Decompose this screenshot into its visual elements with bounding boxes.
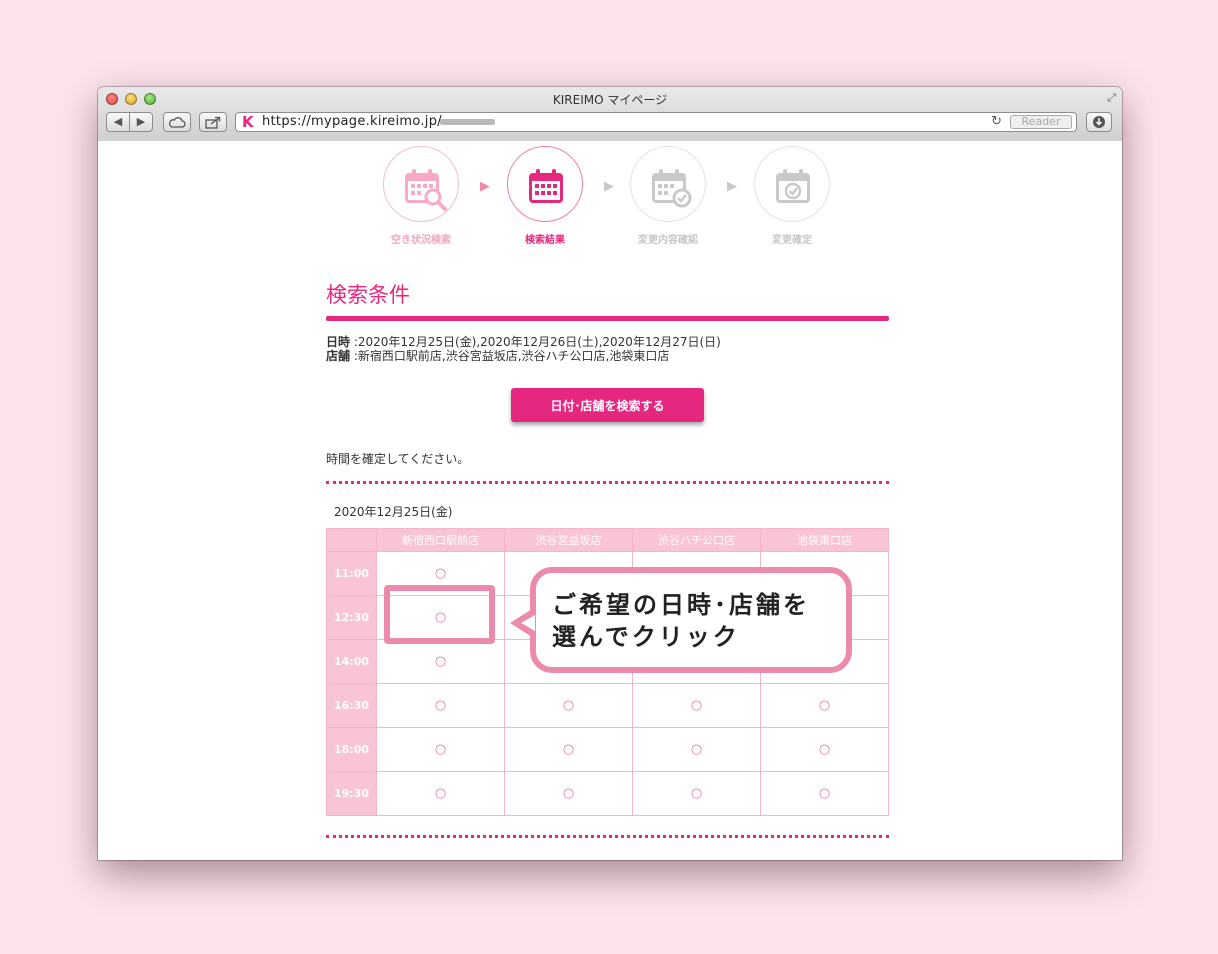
calendar-confirm-icon (776, 169, 810, 203)
slot-cell[interactable]: ○ (760, 727, 889, 772)
calendar-check-icon (652, 169, 692, 208)
browser-window: KIREIMO マイページ ⤢ ◀ ▶ K https://mypage.kir… (98, 87, 1122, 860)
dotted-divider (326, 835, 889, 838)
forward-arrow-icon: ▶ (136, 115, 146, 128)
step-label: 空き状況検索 (391, 235, 451, 246)
step-arrow-icon: ▶ (480, 179, 490, 194)
step-label: 検索結果 (525, 235, 565, 246)
step-arrow-icon: ▶ (727, 179, 737, 194)
slot-cell[interactable]: ○ (504, 727, 633, 772)
table-row: 18:00 ○ ○ ○ ○ (326, 727, 889, 772)
time-cell: 12:30 (326, 595, 377, 640)
step-label: 変更内容確認 (638, 235, 698, 246)
step-change-confirmed: 変更確定 (752, 146, 832, 246)
url-text[interactable]: https://mypage.kireimo.jp/ (262, 113, 442, 131)
callout-line-1: ご希望の日時･店舗を (552, 591, 810, 619)
search-date-store-button[interactable]: 日付･店舗を検索する (511, 388, 704, 422)
share-icon (205, 116, 221, 129)
condition-store-label: 店舗 (326, 349, 351, 363)
section-title: 検索条件 (326, 283, 410, 307)
reader-button[interactable]: Reader (1010, 115, 1072, 129)
cloud-icon (168, 117, 186, 128)
step-label: 変更確定 (772, 235, 812, 246)
downloads-button[interactable] (1086, 112, 1112, 132)
step-change-review: 変更内容確認 (628, 146, 708, 246)
table-row: 19:30 ○ ○ ○ ○ (326, 771, 889, 816)
step-circle (630, 146, 706, 222)
store-header: 渋谷宮益坂店 (504, 528, 633, 552)
slot-cell[interactable]: ○ (376, 639, 505, 684)
calendar-search-icon (405, 169, 447, 211)
slot-cell[interactable]: ○ (632, 771, 761, 816)
slot-cell[interactable]: ○ (632, 683, 761, 728)
window-title: KIREIMO マイページ (552, 93, 668, 107)
step-availability-search: 空き状況検索 (381, 146, 461, 246)
highlight-box (384, 585, 495, 644)
callout-line-2: 選んでクリック (552, 623, 740, 651)
store-header: 新宿西口駅前店 (376, 528, 505, 552)
day-label: 2020年12月25日(金) (334, 505, 453, 519)
step-search-results: 検索結果 (505, 146, 585, 246)
step-arrow-icon: ▶ (604, 179, 614, 194)
callout-text: ご希望の日時･店舗を 選んでクリック (552, 589, 842, 653)
time-cell: 11:00 (326, 551, 377, 596)
back-arrow-icon: ◀ (113, 115, 123, 128)
forward-button[interactable]: ▶ (129, 112, 153, 132)
time-cell: 18:00 (326, 727, 377, 772)
address-bar[interactable]: K https://mypage.kireimo.jp/ ↻ Reader (235, 112, 1077, 132)
redacted-url-segment (440, 119, 495, 125)
back-button[interactable]: ◀ (106, 112, 130, 132)
kireimo-favicon: K (242, 113, 254, 131)
store-header: 池袋東口店 (760, 528, 889, 552)
condition-store: 店舗 :新宿西口駅前店,渋谷宮益坂店,渋谷ハチ公口店,池袋東口店 (326, 347, 669, 364)
slot-cell[interactable]: ○ (760, 683, 889, 728)
slot-cell[interactable]: ○ (376, 771, 505, 816)
slot-cell[interactable]: ○ (376, 727, 505, 772)
download-icon (1093, 116, 1105, 128)
slot-cell[interactable]: ○ (632, 727, 761, 772)
table-row: 16:30 ○ ○ ○ ○ (326, 683, 889, 728)
title-divider (326, 316, 889, 321)
slot-cell[interactable]: ○ (376, 683, 505, 728)
slot-cell[interactable]: ○ (504, 683, 633, 728)
page-content: 空き状況検索 ▶ 検索結果 ▶ 変更内容確認 ▶ 変更確定 検索条件 日時:2… (98, 141, 1122, 860)
share-button[interactable] (199, 112, 227, 132)
reload-icon[interactable]: ↻ (991, 113, 1002, 131)
step-circle (507, 146, 583, 222)
callout-tail-inner (521, 615, 535, 631)
time-cell: 14:00 (326, 639, 377, 684)
step-circle (754, 146, 830, 222)
store-header: 渋谷ハチ公口店 (632, 528, 761, 552)
step-circle (383, 146, 459, 222)
fullscreen-icon[interactable]: ⤢ (1107, 91, 1116, 105)
condition-store-value: :新宿西口駅前店,渋谷宮益坂店,渋谷ハチ公口店,池袋東口店 (353, 349, 670, 363)
browser-toolbar: KIREIMO マイページ ⤢ ◀ ▶ K https://mypage.kir… (98, 87, 1122, 142)
table-corner-cell (326, 528, 377, 552)
time-cell: 16:30 (326, 683, 377, 728)
slot-cell[interactable]: ○ (504, 771, 633, 816)
dotted-divider (326, 481, 889, 484)
time-cell: 19:30 (326, 771, 377, 816)
table-header-row: 新宿西口駅前店 渋谷宮益坂店 渋谷ハチ公口店 池袋東口店 (326, 528, 889, 552)
instruction-text: 時間を確定してください。 (326, 452, 470, 466)
icloud-tabs-button[interactable] (163, 112, 191, 132)
calendar-icon (529, 169, 563, 203)
slot-cell[interactable]: ○ (760, 771, 889, 816)
